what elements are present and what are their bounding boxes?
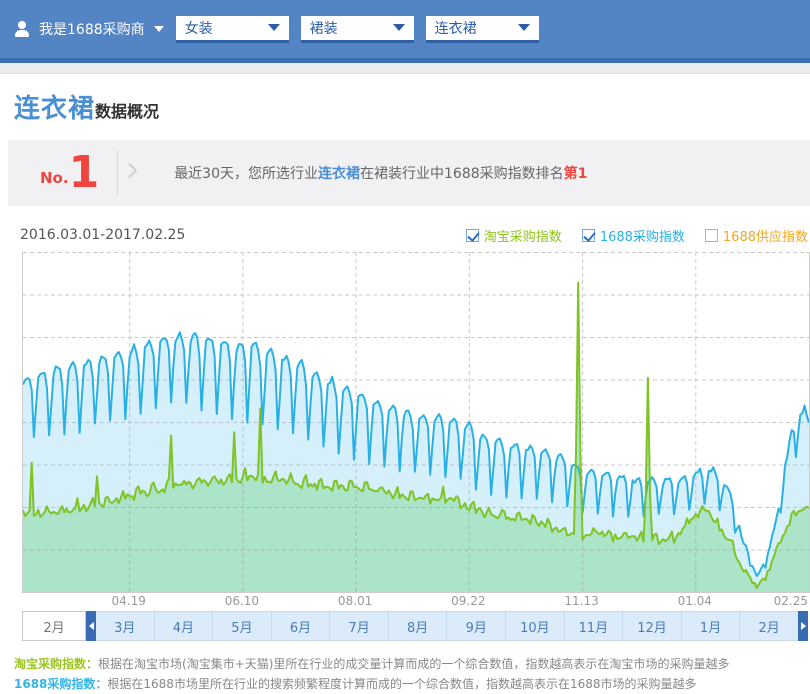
month-cell-10[interactable]: 12月	[622, 612, 681, 640]
chart-date-range: 2016.03.01-2017.02.25	[20, 227, 185, 243]
month-cell-11[interactable]: 1月	[681, 612, 740, 640]
legend-label: 1688供应指数	[723, 226, 808, 245]
page-title: 连衣裙数据概况	[14, 94, 810, 127]
month-cells: 3月4月5月6月7月8月9月10月11月12月1月2月	[96, 611, 798, 641]
checkbox-checked-icon[interactable]	[582, 229, 595, 242]
category-dropdown-level3-value: 连衣裙	[435, 18, 477, 38]
slider-right-handle[interactable]	[798, 611, 808, 641]
rank-number: No.1	[40, 153, 99, 193]
user-menu[interactable]: 我是1688采购商	[14, 19, 164, 39]
month-cell-12[interactable]: 2月	[739, 612, 798, 640]
index-explanations: 淘宝采购指数：根据在淘宝市场(淘宝集市+天猫)里所在行业的成交量计算而成的一个综…	[14, 654, 810, 694]
x-tick-label: 01.04	[678, 594, 712, 608]
rank-text-prefix: 最近30天，您所选行业	[174, 166, 318, 182]
index-name-label: 1688采购指数：	[14, 677, 107, 691]
triangle-left-icon	[89, 622, 94, 630]
x-tick-label: 06.10	[225, 594, 259, 608]
chart-header: 2016.03.01-2017.02.25 淘宝采购指数 1688采购指数 1688…	[20, 223, 808, 247]
triangle-right-icon	[801, 622, 806, 630]
x-tick-label: 08.01	[338, 594, 372, 608]
month-cell-3[interactable]: 5月	[212, 612, 271, 640]
x-tick-label: 09.22	[451, 594, 485, 608]
chevron-down-icon	[154, 26, 164, 32]
index-explanation-line-1: 淘宝采购指数：根据在淘宝市场(淘宝集市+天猫)里所在行业的成交量计算而成的一个综…	[14, 654, 810, 674]
rank-text-middle: 在裙装行业中1688采购指数排名	[360, 166, 564, 182]
category-dropdown-level1[interactable]: 女装	[176, 16, 289, 43]
month-cell-6[interactable]: 8月	[388, 612, 447, 640]
legend-label: 1688采购指数	[600, 226, 685, 245]
index-name-label: 淘宝采购指数：	[14, 657, 98, 671]
month-cell-outside[interactable]: 2月	[22, 611, 86, 641]
page-title-suffix: 数据概况	[95, 102, 159, 121]
chevron-down-icon	[518, 24, 530, 31]
legend-item-3[interactable]: 1688供应指数	[705, 226, 808, 245]
top-navigation-bar: 我是1688采购商 女装 裙装 连衣裙	[0, 0, 810, 58]
divider	[117, 151, 152, 195]
rank-description: 最近30天，您所选行业连衣裙在裙装行业中1688采购指数排名第1	[174, 163, 587, 183]
chevron-down-icon	[268, 24, 280, 31]
checkbox-unchecked-icon[interactable]	[705, 229, 718, 242]
chevron-down-icon	[393, 24, 405, 31]
legend-item-2[interactable]: 1688采购指数	[582, 226, 685, 245]
chart-legend: 淘宝采购指数 1688采购指数 1688供应指数	[466, 226, 808, 245]
rank-text-rank: 第1	[564, 166, 588, 182]
index-description-text: 根据在淘宝市场(淘宝集市+天猫)里所在行业的成交量计算而成的一个综合数值，指数越…	[98, 657, 729, 671]
rank-text-category[interactable]: 连衣裙	[318, 166, 360, 182]
category-dropdown-level3[interactable]: 连衣裙	[426, 16, 539, 43]
rank-value: 1	[69, 153, 100, 193]
category-dropdown-level2-value: 裙装	[310, 18, 338, 38]
month-cell-7[interactable]: 9月	[446, 612, 505, 640]
rank-banner: No.1 最近30天，您所选行业连衣裙在裙装行业中1688采购指数排名第1	[8, 140, 810, 206]
legend-item-1[interactable]: 淘宝采购指数	[466, 226, 562, 245]
checkbox-checked-icon[interactable]	[466, 229, 479, 242]
legend-label: 淘宝采购指数	[484, 226, 562, 245]
rank-no-prefix: No.	[40, 169, 69, 187]
month-cell-4[interactable]: 6月	[271, 612, 330, 640]
index-description-text: 根据在1688市场里所在行业的搜索频繁程度计算而成的一个综合数值，指数越高表示在…	[107, 677, 696, 691]
page-title-category: 连衣裙	[14, 94, 95, 124]
month-cell-8[interactable]: 10月	[505, 612, 564, 640]
category-dropdown-level2[interactable]: 裙装	[301, 16, 414, 43]
x-tick-label: 11.13	[564, 594, 598, 608]
chart-canvas[interactable]	[22, 252, 810, 593]
chart-plot-area	[23, 252, 809, 592]
month-cell-1[interactable]: 3月	[96, 612, 154, 640]
slider-left-handle[interactable]	[86, 611, 96, 641]
month-cell-9[interactable]: 11月	[564, 612, 623, 640]
x-tick-label: 02.25	[774, 594, 808, 608]
chevron-right-icon	[122, 163, 138, 179]
chart-x-axis-labels: 04.19 06.10 08.01 09.22 11.13 01.04 02.25	[22, 593, 808, 610]
month-cell-5[interactable]: 7月	[329, 612, 388, 640]
gray-divider-strip	[0, 63, 810, 74]
user-menu-label: 我是1688采购商	[39, 19, 145, 39]
user-icon	[14, 21, 30, 37]
category-dropdown-level1-value: 女装	[185, 18, 213, 38]
month-range-slider: 2月 3月4月5月6月7月8月9月10月11月12月1月2月	[22, 611, 808, 641]
x-tick-label: 04.19	[111, 594, 145, 608]
index-explanation-line-2: 1688采购指数：根据在1688市场里所在行业的搜索频繁程度计算而成的一个综合数…	[14, 674, 810, 694]
month-cell-2[interactable]: 4月	[154, 612, 213, 640]
